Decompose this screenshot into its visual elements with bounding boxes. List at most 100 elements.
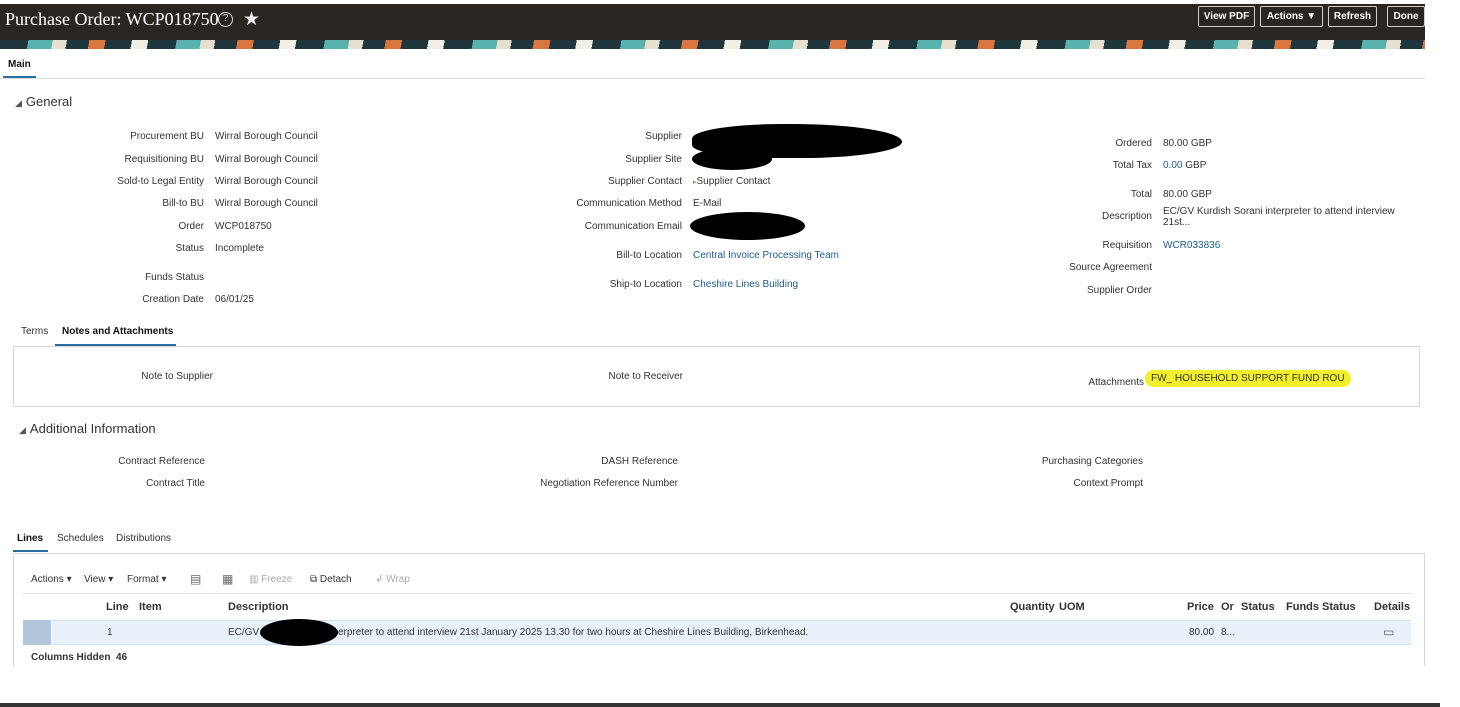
freeze-button[interactable]: ▥ Freeze (249, 574, 292, 585)
creation-date-label: Creation Date (142, 294, 204, 305)
description-value: EC/GV Kurdish Sorani interpreter to atte… (1163, 206, 1395, 228)
negotiation-reference-label: Negotiation Reference Number (540, 478, 678, 489)
col-header-or[interactable]: Or (1221, 601, 1234, 613)
general-section-title: General (25, 94, 73, 109)
col-header-price[interactable]: Price (1187, 601, 1214, 613)
row-selector[interactable] (23, 620, 51, 645)
note-to-receiver-label: Note to Receiver (608, 371, 683, 382)
ordered-value: 80.00 GBP (1163, 138, 1212, 149)
tab-lines[interactable]: Lines (17, 533, 43, 544)
detach-label: Detach (319, 574, 352, 585)
col-header-line[interactable]: Line (106, 601, 129, 613)
wrap-label: Wrap (386, 574, 410, 585)
requisition-link[interactable]: WCR033836 (1163, 240, 1220, 251)
requisitioning-bu-value: Wirral Borough Council (215, 154, 318, 165)
detach-icon: ⧉ (310, 574, 318, 585)
requisition-label: Requisition (1102, 240, 1152, 251)
total-value: 80.00 GBP (1163, 189, 1212, 200)
lines-actions-menu[interactable]: Actions ▾ (31, 574, 72, 585)
sold-to-legal-entity-label: Sold-to Legal Entity (117, 176, 204, 187)
chevron-down-icon: ▾ (108, 574, 114, 585)
bill-to-bu-label: Bill-to BU (162, 198, 204, 209)
total-tax-link[interactable]: 0.00 (1163, 160, 1182, 171)
contract-title-label: Contract Title (146, 478, 205, 489)
col-header-item[interactable]: Item (139, 601, 162, 613)
supplier-site-label: Supplier Site (625, 154, 682, 165)
supplier-label: Supplier (645, 131, 682, 142)
attachment-link[interactable]: FW_ HOUSEHOLD SUPPORT FUND ROU (1145, 370, 1351, 387)
status-label: Status (175, 243, 204, 254)
additional-info-section-toggle[interactable]: ◢ Additional Information (19, 421, 156, 436)
chevron-down-icon: ▼ (1306, 11, 1317, 22)
lines-view-menu[interactable]: View ▾ (84, 574, 113, 585)
lines-actions-label: Actions (31, 574, 64, 585)
favorite-star-icon[interactable]: ★ (243, 8, 260, 31)
col-header-quantity[interactable]: Quantity (1010, 601, 1055, 613)
supplier-order-label: Supplier Order (1086, 285, 1152, 296)
done-button[interactable]: Done (1387, 6, 1425, 27)
col-header-details[interactable]: Details (1374, 601, 1410, 613)
details-icon[interactable]: ▭ (1383, 625, 1394, 639)
tab-main[interactable]: Main (3, 51, 36, 78)
ship-to-location-label: Ship-to Location (609, 279, 682, 290)
bottom-bar (0, 703, 1440, 707)
dash-reference-label: DASH Reference (601, 456, 678, 467)
tab-notes-and-attachments[interactable]: Notes and Attachments (62, 326, 173, 337)
help-icon[interactable]: ? (218, 12, 233, 27)
actions-menu-label: Actions (1266, 11, 1304, 22)
bill-to-bu-value: Wirral Borough Council (215, 198, 318, 209)
attachment-name: FW_ HOUSEHOLD SUPPORT FUND ROU (1145, 370, 1351, 387)
ordered-amount: 80.00 (1163, 138, 1189, 149)
filter-icon[interactable]: ▦ (222, 572, 233, 586)
view-pdf-button[interactable]: View PDF (1198, 6, 1255, 27)
redacted-description (260, 619, 338, 646)
ship-to-location-link[interactable]: Cheshire Lines Building (693, 279, 798, 290)
chevron-down-icon: ▾ (161, 574, 167, 585)
wrap-button[interactable]: ↲ Wrap (375, 574, 410, 585)
order-label: Order (178, 221, 204, 232)
total-currency: GBP (1190, 189, 1212, 200)
attachments-label: Attachments (1088, 377, 1144, 388)
detach-button[interactable]: ⧉ Detach (310, 574, 352, 585)
tab-distributions[interactable]: Distributions (116, 533, 171, 544)
supplier-contact-value[interactable]: ▸Supplier Contact (693, 176, 770, 187)
total-tax-value: 0.00 GBP (1163, 160, 1206, 171)
refresh-button[interactable]: Refresh (1328, 6, 1377, 27)
collapse-triangle-icon: ◢ (19, 425, 26, 435)
tab-schedules[interactable]: Schedules (57, 533, 104, 544)
lines-format-label: Format (127, 574, 159, 585)
col-header-description[interactable]: Description (228, 601, 289, 613)
collapse-triangle-icon: ◢ (15, 98, 22, 108)
communication-method-label: Communication Method (576, 198, 682, 209)
purchasing-categories-label: Purchasing Categories (1041, 456, 1143, 467)
col-header-status[interactable]: Status (1241, 601, 1275, 613)
export-icon[interactable]: ▤ (190, 572, 201, 586)
row-or-value: 8... (1221, 627, 1235, 638)
requisitioning-bu-label: Requisitioning BU (124, 154, 205, 165)
lines-format-menu[interactable]: Format ▾ (127, 574, 166, 585)
row-price-value: 80.00 (1189, 627, 1215, 638)
funds-status-label: Funds Status (145, 272, 204, 283)
general-section-toggle[interactable]: ◢ General (15, 94, 72, 109)
col-header-uom[interactable]: UOM (1059, 601, 1085, 613)
status-value: Incomplete (215, 243, 264, 254)
procurement-bu-value: Wirral Borough Council (215, 131, 318, 142)
page-header: Purchase Order: WCP018750 ? ★ View PDF A… (0, 4, 1425, 40)
bill-to-location-link[interactable]: Central Invoice Processing Team (693, 250, 839, 261)
tab-terms[interactable]: Terms (21, 326, 48, 337)
contract-reference-label: Contract Reference (118, 456, 205, 467)
toolbar-divider (23, 593, 1412, 594)
col-header-funds-status[interactable]: Funds Status (1286, 601, 1356, 613)
freeze-icon: ▥ (249, 574, 259, 585)
chevron-down-icon: ▾ (66, 574, 72, 585)
sold-to-legal-entity-value: Wirral Borough Council (215, 176, 318, 187)
order-value: WCP018750 (215, 221, 272, 232)
columns-hidden-count: 46 (116, 652, 128, 663)
freeze-label: Freeze (261, 574, 293, 585)
creation-date-value: 06/01/25 (215, 294, 254, 305)
actions-menu-button[interactable]: Actions ▼ (1260, 6, 1323, 27)
page-title: Purchase Order: WCP018750 (5, 9, 219, 29)
ordered-label: Ordered (1115, 138, 1152, 149)
communication-method-value: E-Mail (693, 198, 722, 209)
procurement-bu-label: Procurement BU (130, 131, 204, 142)
